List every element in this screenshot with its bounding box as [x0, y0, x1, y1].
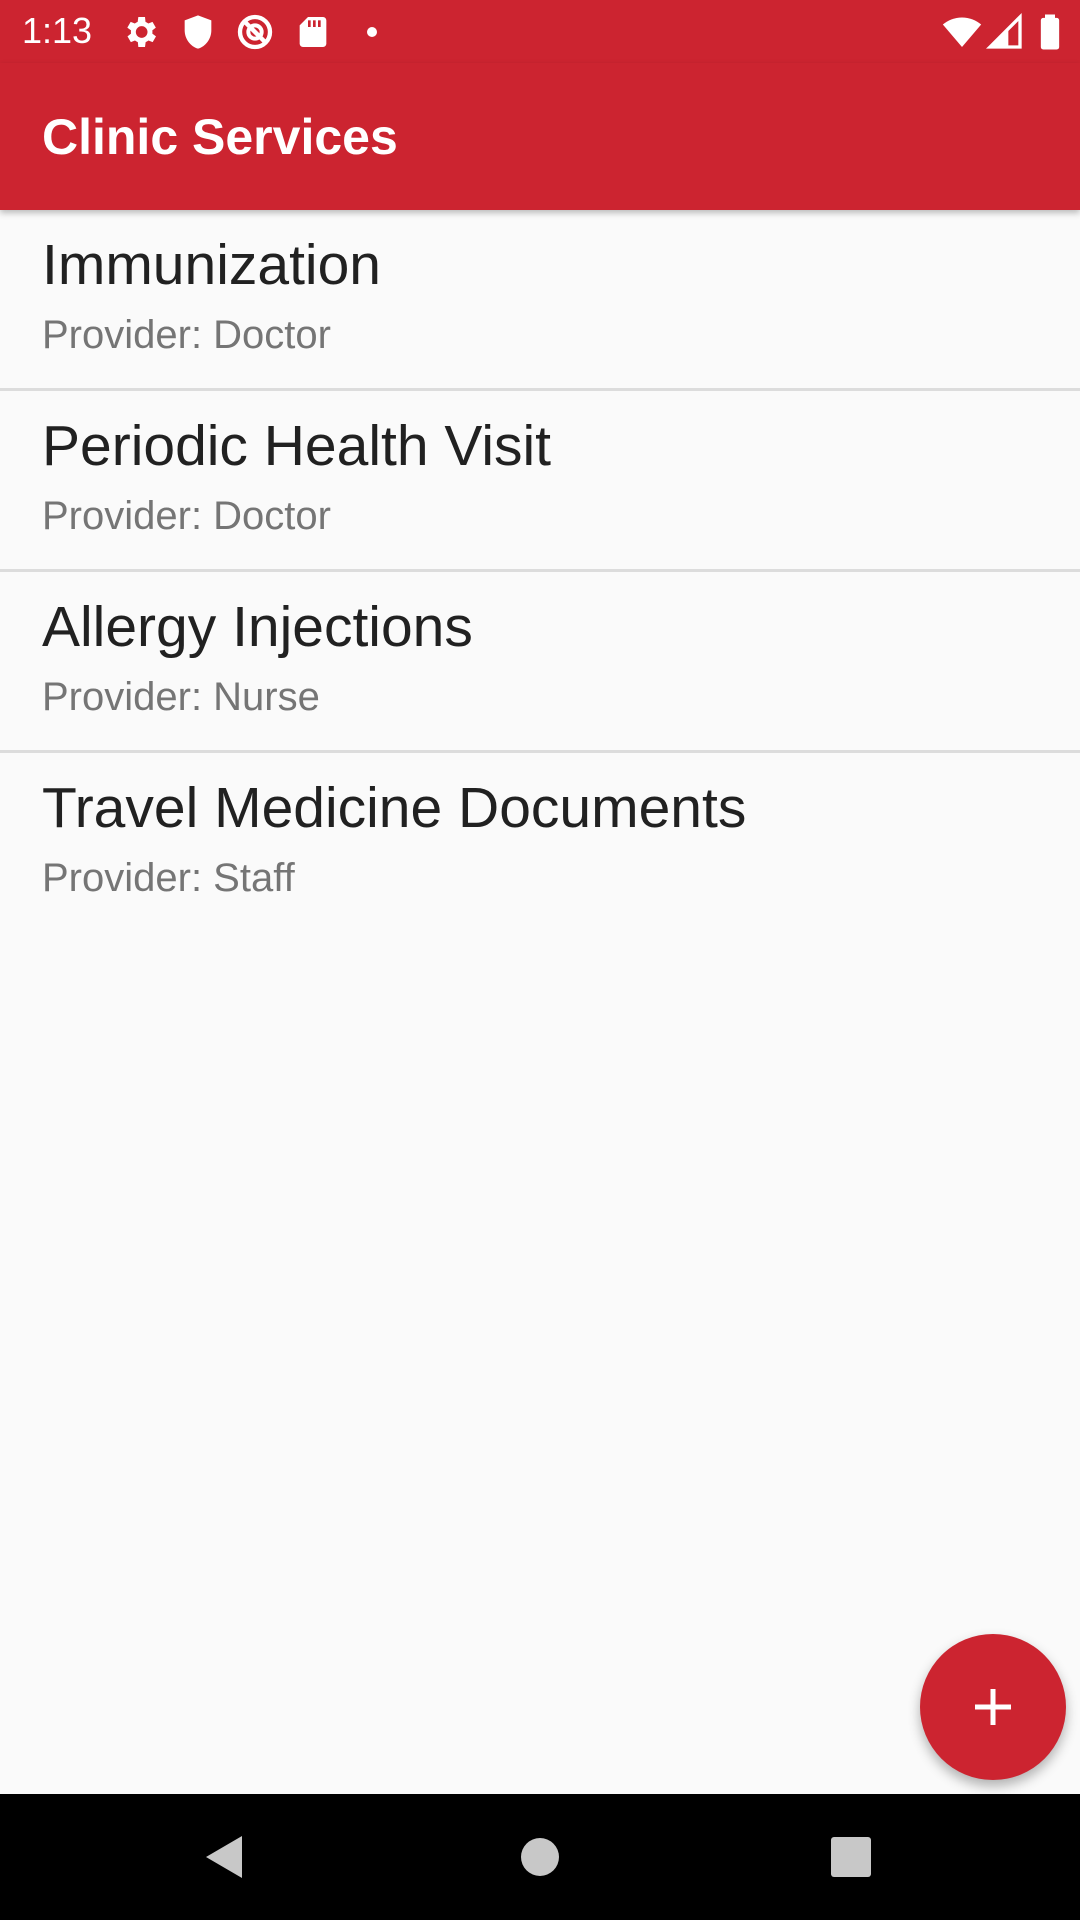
wifi-icon	[942, 12, 982, 52]
list-item[interactable]: Travel Medicine Documents Provider: Staf…	[0, 753, 1080, 931]
system-nav-bar	[0, 1794, 1080, 1920]
home-icon[interactable]	[507, 1824, 573, 1890]
blocked-icon	[235, 12, 275, 52]
notification-dot-icon	[352, 12, 392, 52]
shield-icon	[178, 12, 218, 52]
app-bar: Clinic Services	[0, 63, 1080, 210]
list-item[interactable]: Allergy Injections Provider: Nurse	[0, 572, 1080, 753]
service-name: Travel Medicine Documents	[42, 776, 747, 840]
service-name: Periodic Health Visit	[42, 414, 552, 478]
page-title: Clinic Services	[42, 109, 398, 165]
list-item[interactable]: Immunization Provider: Doctor	[0, 210, 1080, 391]
service-name: Immunization	[42, 233, 381, 297]
service-provider: Provider: Doctor	[42, 494, 331, 538]
service-provider: Provider: Doctor	[42, 313, 331, 357]
gear-icon	[120, 12, 160, 52]
service-name: Allergy Injections	[42, 595, 473, 659]
cell-signal-icon	[985, 12, 1025, 52]
list-item[interactable]: Periodic Health Visit Provider: Doctor	[0, 391, 1080, 572]
add-service-button[interactable]	[920, 1634, 1066, 1780]
recents-icon[interactable]	[818, 1824, 884, 1890]
back-icon[interactable]	[190, 1824, 256, 1890]
battery-icon	[1030, 12, 1070, 52]
status-time: 1:13	[22, 10, 93, 51]
plus-icon	[975, 1689, 1011, 1725]
service-provider: Provider: Staff	[42, 856, 295, 900]
service-list: Immunization Provider: Doctor Periodic H…	[0, 210, 1080, 931]
sd-card-icon	[293, 12, 333, 52]
service-provider: Provider: Nurse	[42, 675, 320, 719]
status-bar: 1:13	[0, 0, 1080, 63]
